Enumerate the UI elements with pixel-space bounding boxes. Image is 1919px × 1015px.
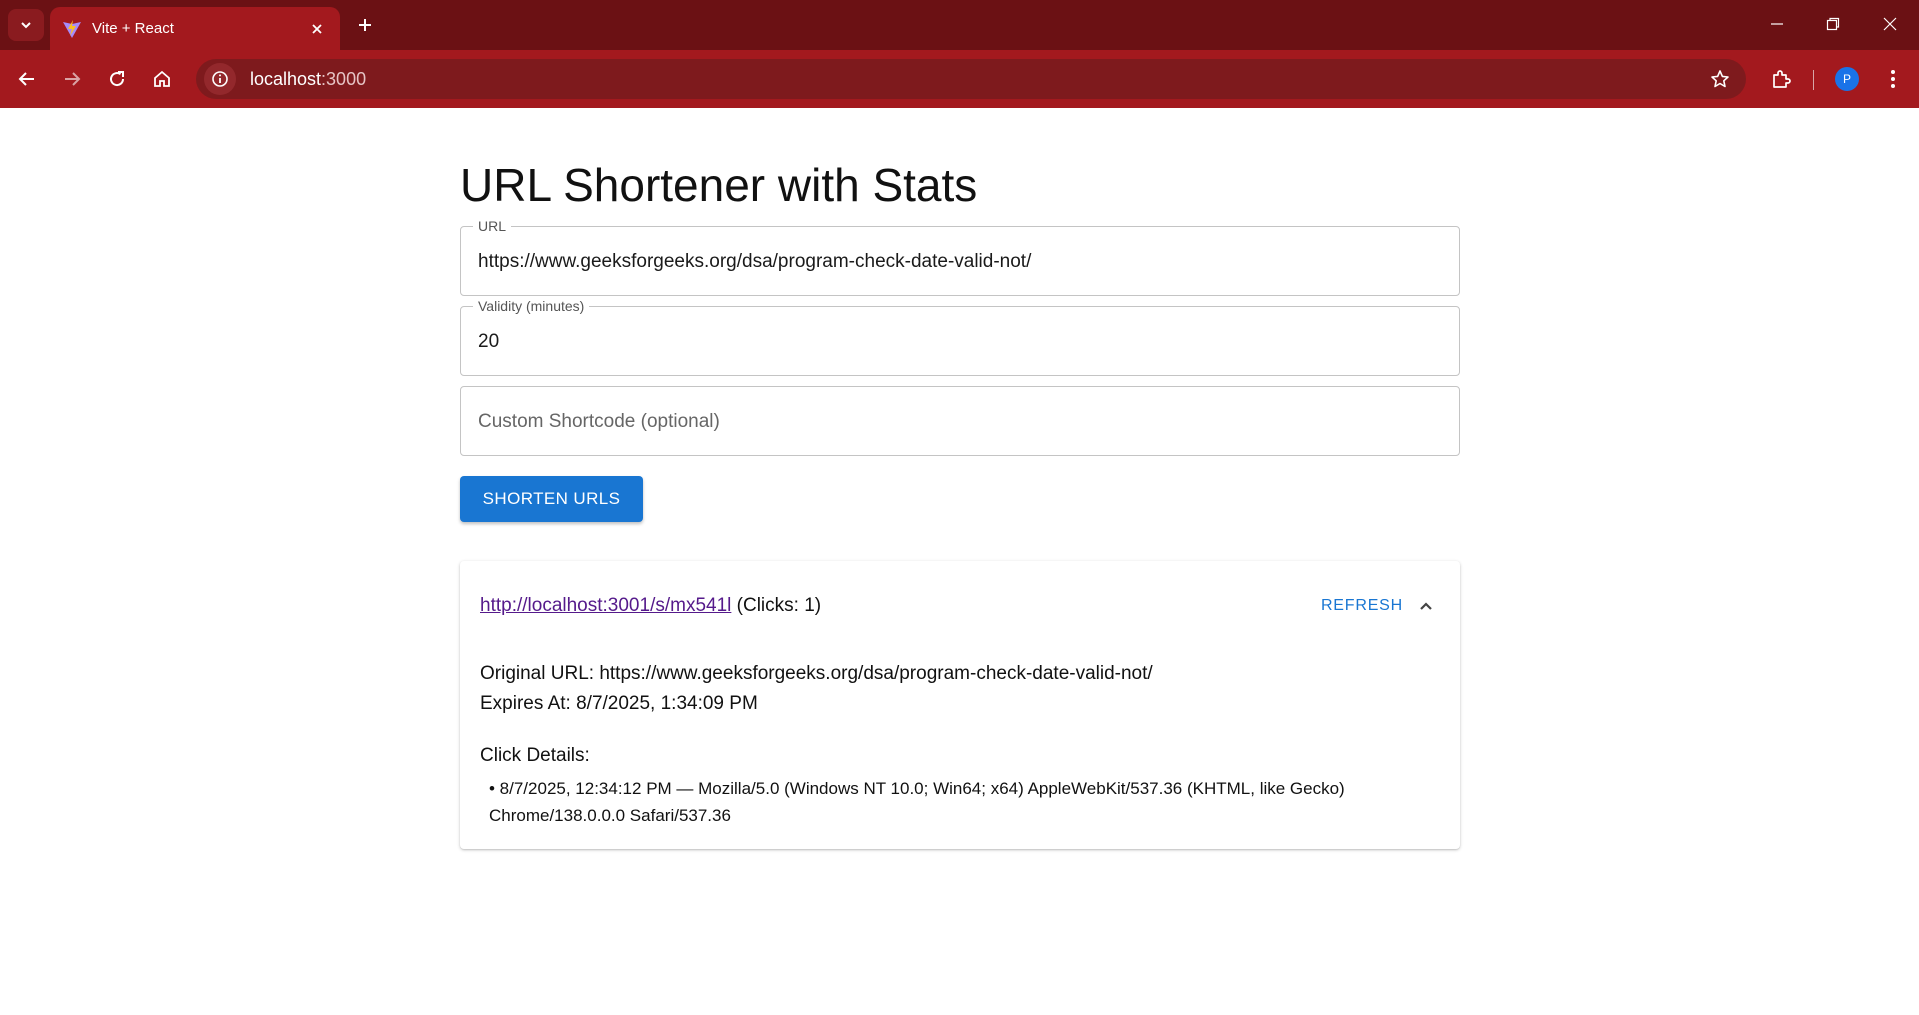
restore-icon [1826, 17, 1840, 31]
address-port: :3000 [321, 68, 367, 89]
more-vertical-icon [1891, 70, 1895, 88]
url-field-label: URL [473, 218, 512, 234]
reload-icon [110, 71, 125, 87]
shortcode-field-placeholder: Custom Shortcode (optional) [478, 411, 720, 432]
short-url-link[interactable]: http://localhost:3001/s/mx541l [480, 595, 731, 616]
address-bar[interactable]: localhost:3000 [196, 59, 1746, 99]
shorten-urls-button[interactable]: SHORTEN URLS [460, 476, 643, 522]
address-text: localhost:3000 [250, 69, 366, 90]
close-window-button[interactable] [1870, 8, 1910, 40]
list-item: • 8/7/2025, 12:34:12 PM — Mozilla/5.0 (W… [489, 779, 1345, 825]
refresh-button[interactable]: REFRESH [1321, 597, 1403, 615]
original-url: Original URL: https://www.geeksforgeeks.… [480, 663, 1153, 684]
tab-close-button[interactable] [306, 18, 328, 40]
restore-button[interactable] [1813, 8, 1853, 40]
url-field-value: https://www.geeksforgeeks.org/dsa/progra… [478, 251, 1032, 272]
bookmark-button[interactable] [1708, 67, 1732, 91]
new-tab-button[interactable] [350, 10, 380, 40]
toolbar-divider [1813, 70, 1814, 90]
chevron-up-icon [1420, 602, 1432, 610]
reload-button[interactable] [100, 62, 134, 96]
tab-title: Vite + React [92, 20, 174, 37]
home-button[interactable] [145, 62, 179, 96]
puzzle-piece-icon [1773, 70, 1791, 88]
click-details-heading: Click Details: [480, 745, 590, 766]
vite-logo-icon [63, 19, 81, 38]
click-details-list: • 8/7/2025, 12:34:12 PM — Mozilla/5.0 (W… [489, 775, 1434, 829]
collapse-button[interactable] [1414, 594, 1438, 618]
arrow-right-icon [65, 72, 81, 86]
validity-field[interactable]: Validity (minutes) 20 [460, 298, 1460, 376]
minimize-button[interactable] [1757, 8, 1797, 40]
tab-search-button[interactable] [8, 9, 44, 41]
minimize-icon [1771, 23, 1783, 25]
avatar: P [1835, 67, 1859, 91]
menu-button[interactable] [1876, 62, 1910, 96]
validity-field-label: Validity (minutes) [473, 298, 590, 314]
expires-at: Expires At: 8/7/2025, 1:34:09 PM [480, 693, 758, 714]
forward-button[interactable] [55, 62, 89, 96]
arrow-left-icon [18, 72, 34, 86]
result-card: http://localhost:3001/s/mx541l (Clicks: … [460, 561, 1460, 849]
chevron-down-icon [21, 22, 31, 29]
validity-field-value: 20 [478, 331, 500, 352]
address-host: localhost [250, 68, 322, 89]
click-count: (Clicks: 1) [736, 595, 822, 616]
tab-strip: Vite + React [0, 0, 1919, 50]
home-icon [154, 70, 170, 87]
site-info-button[interactable] [204, 63, 236, 95]
browser-toolbar: localhost:3000 P [0, 50, 1919, 108]
active-tab[interactable]: Vite + React [50, 7, 340, 50]
page-title: URL Shortener with Stats [460, 159, 978, 211]
back-button[interactable] [10, 62, 44, 96]
shortcode-field[interactable]: Custom Shortcode (optional) [460, 386, 1460, 456]
extensions-button[interactable] [1764, 62, 1798, 96]
plus-icon [359, 19, 371, 31]
url-field[interactable]: URL https://www.geeksforgeeks.org/dsa/pr… [460, 218, 1460, 296]
profile-button[interactable]: P [1830, 62, 1864, 96]
close-icon [1883, 17, 1897, 31]
info-icon [212, 71, 228, 87]
result-header: http://localhost:3001/s/mx541l (Clicks: … [480, 595, 821, 617]
close-icon [312, 23, 322, 34]
star-icon [1711, 70, 1729, 88]
